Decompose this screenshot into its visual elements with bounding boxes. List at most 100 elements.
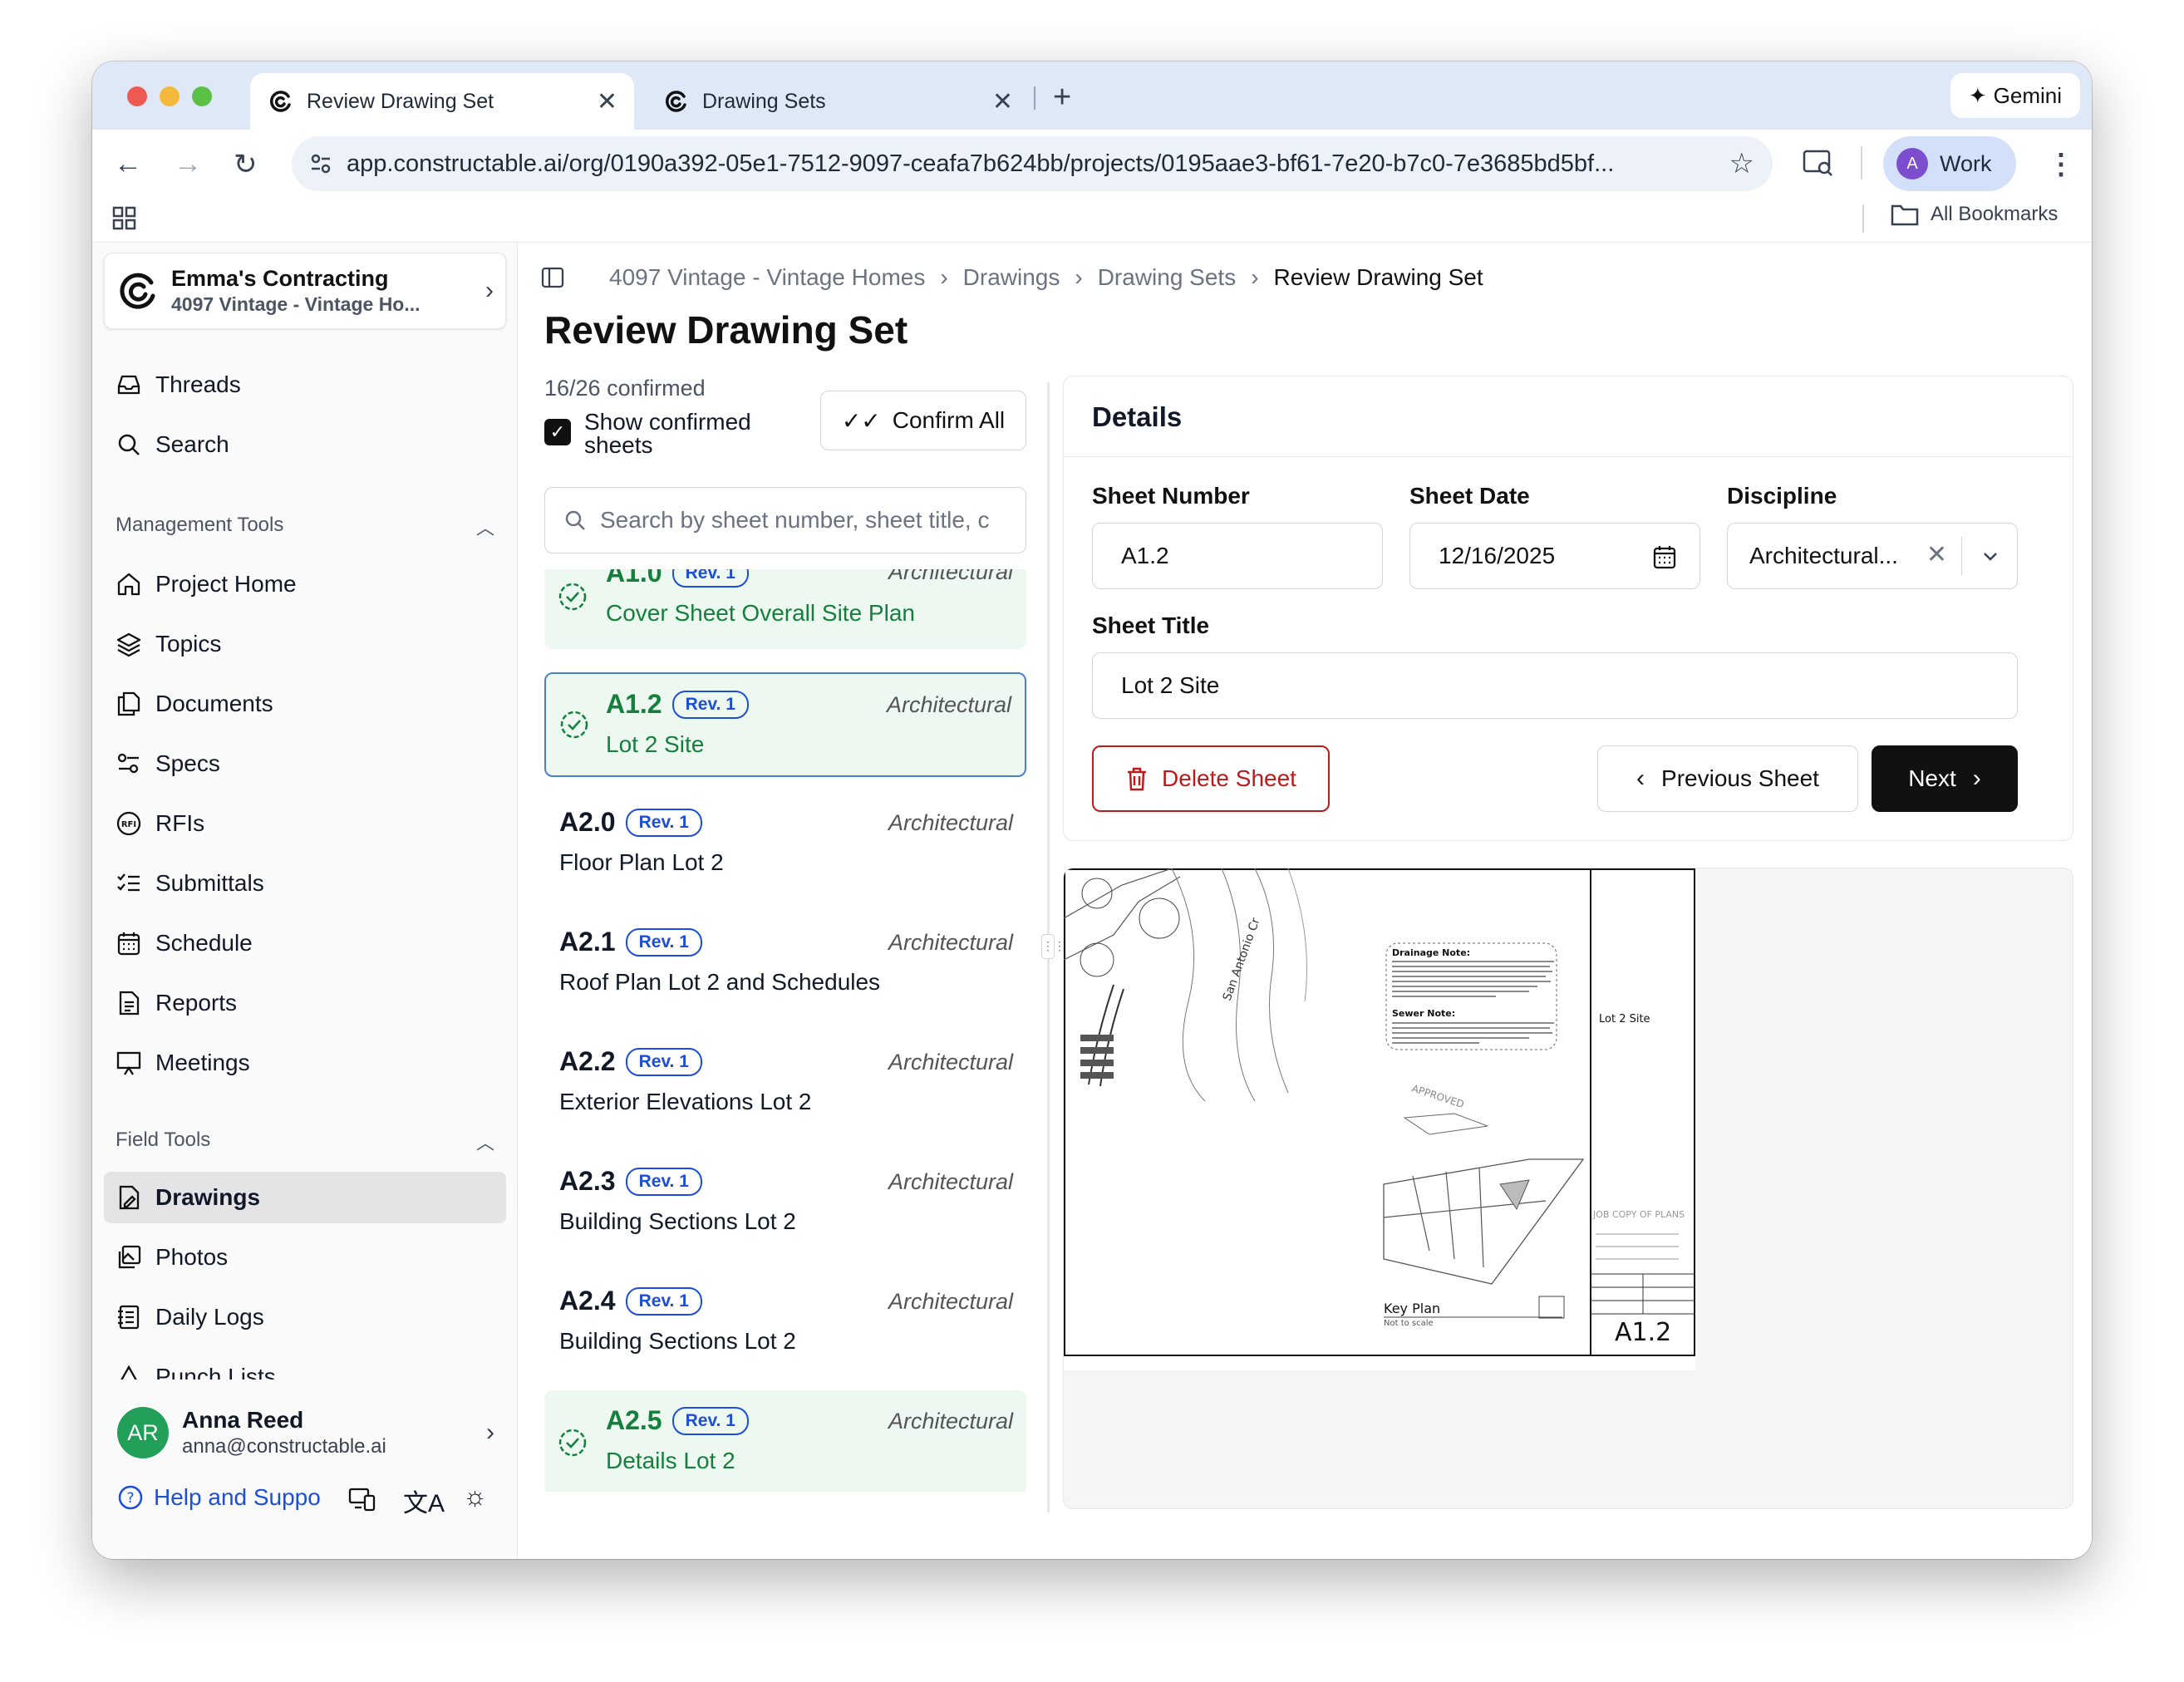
resize-handle[interactable]: ⋮⋮ <box>1041 934 1065 959</box>
confirm-all-button[interactable]: ✓✓ Confirm All <box>820 391 1026 450</box>
sidebar-item-drawings[interactable]: Drawings <box>104 1172 506 1223</box>
sidebar-item-documents[interactable]: Documents <box>104 678 506 730</box>
chevron-down-icon[interactable] <box>1980 547 2000 567</box>
sheet-date-value: 12/16/2025 <box>1439 543 1556 568</box>
sidebar-item-label: Drawings <box>155 1184 261 1210</box>
sidebar-toggle-icon[interactable] <box>541 266 564 289</box>
home-icon <box>117 573 140 596</box>
constructable-logo-icon <box>120 273 155 309</box>
sidebar-item-daily-logs[interactable]: Daily Logs <box>104 1291 506 1343</box>
tab-close-icon[interactable]: ✕ <box>992 87 1013 116</box>
photos-icon <box>118 1245 141 1269</box>
not-to-scale-label: Not to scale <box>1384 1319 1434 1328</box>
tab-separator <box>1034 86 1035 110</box>
theme-toggle-icon[interactable]: ☼ <box>463 1481 487 1512</box>
address-bar[interactable]: app.constructable.ai/org/0190a392-05e1-7… <box>292 136 1773 191</box>
sheet-card-a2-2[interactable]: A2.2 Rev. 1 Exterior Elevations Lot 2 Arc… <box>544 1031 1026 1136</box>
delete-sheet-button[interactable]: Delete Sheet <box>1092 745 1330 812</box>
devices-icon[interactable] <box>348 1486 376 1512</box>
minimize-window-button[interactable] <box>160 86 180 106</box>
sheet-card-a1-0[interactable]: A1.0 Rev. 1 Cover Sheet Overall Site Plan… <box>544 569 1026 649</box>
sidebar-item-specs[interactable]: Specs <box>104 738 506 789</box>
tab-close-icon[interactable]: ✕ <box>597 87 617 116</box>
help-link[interactable]: ? Help and Suppo <box>117 1484 321 1511</box>
user-menu[interactable]: AR Anna Reed anna@constructable.ai › <box>104 1399 506 1466</box>
sheet-title-input[interactable]: Lot 2 Site <box>1092 652 2018 719</box>
management-tools-header[interactable]: Management Tools ︿ <box>116 514 494 540</box>
sidebar-item-submittals[interactable]: Submittals <box>104 858 506 909</box>
sidebar-item-photos[interactable]: Photos <box>104 1232 506 1283</box>
presentation-icon <box>116 1051 141 1075</box>
tab-drawing-sets[interactable]: Drawing Sets ✕ <box>646 73 1030 130</box>
sheet-number: A2.4 <box>559 1286 616 1316</box>
apps-grid-icon[interactable] <box>112 206 137 231</box>
previous-sheet-button[interactable]: ‹ Previous Sheet <box>1597 745 1858 812</box>
sheet-search-input[interactable]: Search by sheet number, sheet title, c <box>544 487 1026 553</box>
sidebar-item-label: Documents <box>155 691 273 716</box>
log-icon <box>118 1305 140 1330</box>
checklist-icon <box>117 873 140 892</box>
calendar-icon[interactable] <box>1651 543 1678 570</box>
new-tab-button[interactable]: + <box>1053 80 1071 116</box>
site-settings-icon[interactable] <box>308 151 333 176</box>
sheet-number: A2.0 <box>559 807 616 837</box>
drawing-preview[interactable]: San Antonio Cr Drainage Note: Sewer Note… <box>1063 868 2073 1509</box>
tab-review-drawing-set[interactable]: Review Drawing Set ✕ <box>250 73 634 130</box>
sidebar-item-label: Specs <box>155 750 220 776</box>
sheet-number-input[interactable]: A1.2 <box>1092 523 1383 589</box>
zoom-window-button[interactable] <box>192 86 212 106</box>
discipline-select[interactable]: Architectural... ✕ <box>1727 523 2018 589</box>
calendar-icon <box>117 932 140 956</box>
sidebar-item-label: Search <box>155 431 229 457</box>
sidebar-item-rfis[interactable]: RFI RFIs <box>104 798 506 849</box>
sidebar-item-topics[interactable]: Topics <box>104 618 506 670</box>
checkbox-checked-icon[interactable]: ✓ <box>544 419 571 445</box>
sidebar-item-project-home[interactable]: Project Home <box>104 558 506 610</box>
sheet-card-a2-0[interactable]: A2.0 Rev. 1 Floor Plan Lot 2 Architectura… <box>544 792 1026 897</box>
all-bookmarks-button[interactable]: All Bookmarks <box>1891 203 2058 226</box>
close-window-button[interactable] <box>127 86 147 106</box>
sheet-card-a2-3[interactable]: A2.3 Rev. 1 Building Sections Lot 2 Archi… <box>544 1151 1026 1256</box>
sheet-number: A2.1 <box>559 927 616 957</box>
sidebar-item-reports[interactable]: Reports <box>104 977 506 1029</box>
sheet-discipline: Architectural <box>888 1409 1013 1434</box>
bookmark-star-icon[interactable]: ☆ <box>1729 147 1754 180</box>
reload-icon[interactable]: ↻ <box>234 148 258 181</box>
sidebar-item-schedule[interactable]: Schedule <box>104 917 506 969</box>
sewer-note-heading: Sewer Note: <box>1392 1008 1455 1019</box>
sheet-discipline: Architectural <box>888 1289 1013 1314</box>
sheet-title: Roof Plan Lot 2 and Schedules <box>559 969 881 995</box>
section-title: Management Tools <box>116 514 284 536</box>
sheet-card-a2-1[interactable]: A2.1 Rev. 1 Roof Plan Lot 2 and Schedules… <box>544 912 1026 1016</box>
sheet-card-a1-2[interactable]: A1.2 Rev. 1 Lot 2 Site Architectural <box>544 672 1026 777</box>
sidebar-item-punch-lists[interactable]: Punch Lists <box>104 1351 506 1380</box>
back-icon[interactable]: ← <box>114 148 142 180</box>
sheet-discipline: Architectural <box>888 810 1013 835</box>
sheet-title: Exterior Elevations Lot 2 <box>559 1089 812 1114</box>
next-sheet-button[interactable]: Next › <box>1872 745 2018 812</box>
next-sheet-label: Next <box>1908 765 1956 791</box>
show-confirmed-toggle[interactable]: ✓ Show confirmed sheets <box>544 411 775 457</box>
menu-kebab-icon[interactable]: ⋮ <box>2047 148 2075 181</box>
translate-icon[interactable]: 文A <box>403 1483 445 1519</box>
sidebar-item-search[interactable]: Search <box>104 419 506 470</box>
sidebar-item-meetings[interactable]: Meetings <box>104 1037 506 1089</box>
tab-search-icon[interactable] <box>1803 148 1834 178</box>
project-switcher[interactable]: Emma's Contracting 4097 Vintage - Vintag… <box>104 253 506 329</box>
forward-icon[interactable]: → <box>174 148 202 180</box>
clear-icon[interactable]: ✕ <box>1926 540 1947 569</box>
sheet-card-a2-4[interactable]: A2.4 Rev. 1 Building Sections Lot 2 Archi… <box>544 1271 1026 1375</box>
revision-badge: Rev. 1 <box>671 1407 749 1435</box>
sheet-card-a2-5[interactable]: A2.5 Rev. 1 Details Lot 2 Architectural <box>544 1390 1026 1492</box>
breadcrumb-drawings[interactable]: Drawings <box>963 264 1060 291</box>
sheet-date-input[interactable]: 12/16/2025 <box>1409 523 1700 589</box>
gemini-button[interactable]: ✦ Gemini <box>1950 73 2080 118</box>
breadcrumb-drawing-sets[interactable]: Drawing Sets <box>1098 264 1237 291</box>
breadcrumb-project[interactable]: 4097 Vintage - Vintage Homes <box>609 264 925 291</box>
documents-icon <box>117 691 140 716</box>
revision-badge: Rev. 1 <box>671 691 749 719</box>
field-tools-header[interactable]: Field Tools ︿ <box>116 1129 494 1155</box>
profile-button[interactable]: A Work <box>1883 136 2016 191</box>
show-confirmed-label: Show confirmed sheets <box>584 409 751 458</box>
sidebar-item-threads[interactable]: Threads <box>104 359 506 411</box>
